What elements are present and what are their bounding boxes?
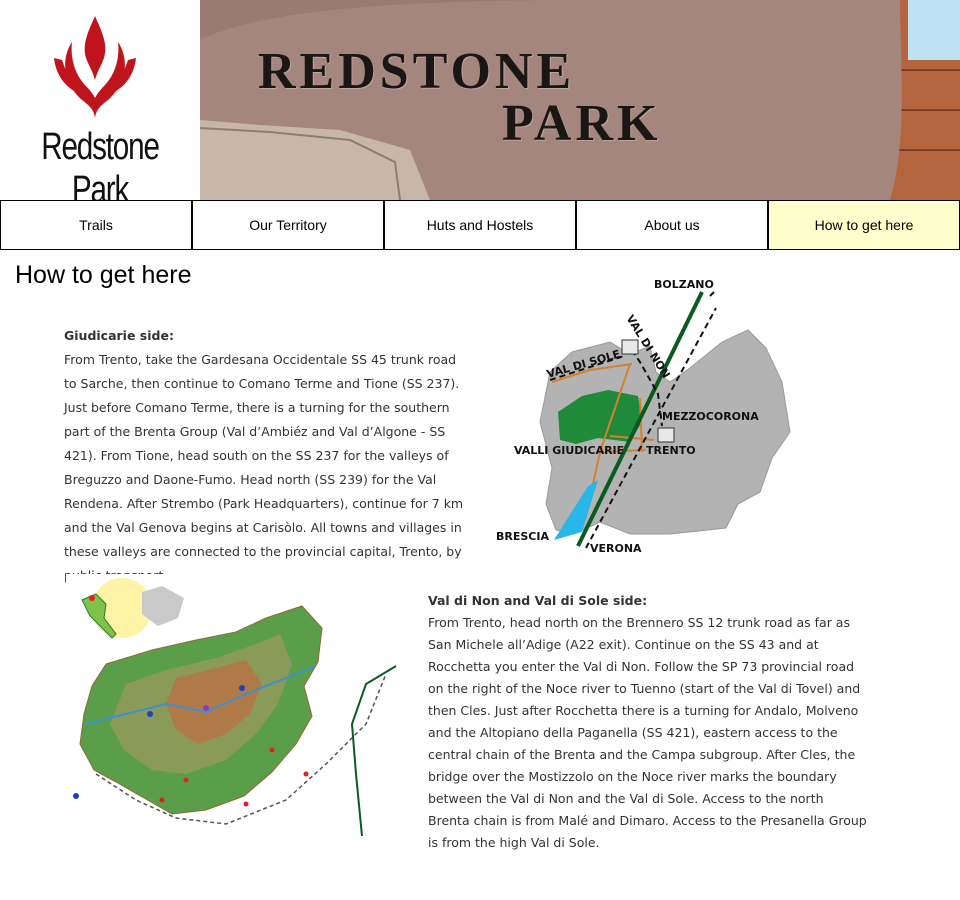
main-navigation: Trails Our Territory Huts and Hostels Ab…: [0, 200, 960, 250]
val-di-non-section: Val di Non and Val di Sole side: From Tr…: [428, 590, 868, 854]
label-brescia: BRESCIA: [496, 530, 549, 543]
section-body: From Trento, take the Gardesana Occident…: [64, 352, 464, 583]
tulip-logo-icon: [54, 16, 136, 118]
giudicarie-section: Giudicarie side: From Trento, take the G…: [64, 324, 466, 588]
nav-item-huts-and-hostels[interactable]: Huts and Hostels: [384, 200, 576, 250]
label-valli-giudicarie: VALLI GIUDICARIE: [514, 444, 624, 457]
nav-item-how-to-get-here[interactable]: How to get here: [768, 200, 960, 250]
nav-item-trails[interactable]: Trails: [0, 200, 192, 250]
section-heading: Val di Non and Val di Sole side:: [428, 593, 648, 608]
section-body: From Trento, head north on the Brennero …: [428, 615, 867, 850]
banner-image: REDSTONE PARK: [200, 0, 960, 200]
page-title: How to get here: [15, 261, 192, 289]
banner-title-line1: REDSTONE: [258, 43, 576, 100]
label-trento: TRENTO: [646, 444, 696, 457]
section-heading: Giudicarie side:: [64, 328, 174, 343]
nav-item-our-territory[interactable]: Our Territory: [192, 200, 384, 250]
site-logo[interactable]: Redstone Park: [0, 0, 200, 211]
banner-title-line2: PARK: [502, 95, 662, 152]
label-mezzocorona: MEZZOCORONA: [662, 410, 759, 423]
label-bolzano: BOLZANO: [654, 278, 714, 291]
terrain-map: [66, 574, 398, 852]
access-route-map: BOLZANO VAL DI NON VAL DI SOLE MEZZOCORO…: [496, 278, 791, 555]
label-verona: VERONA: [590, 542, 642, 555]
nav-item-about-us[interactable]: About us: [576, 200, 768, 250]
train-station-icon: [621, 339, 639, 355]
train-station-icon: [657, 427, 675, 443]
site-header: Redstone Park REDSTONE PARK: [0, 0, 960, 211]
